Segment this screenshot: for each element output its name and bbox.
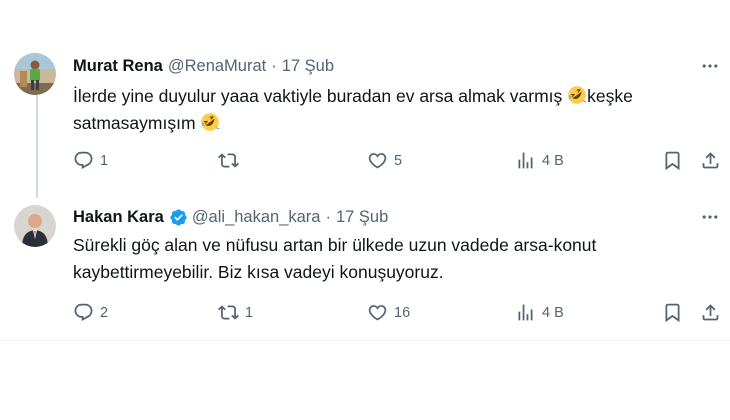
bookmark-icon	[662, 150, 683, 171]
separator: ·	[325, 208, 331, 226]
avatar[interactable]	[14, 53, 56, 95]
more-icon[interactable]	[699, 206, 721, 228]
reply-icon	[73, 302, 94, 323]
retweet-button[interactable]: 1	[218, 302, 253, 323]
reply-button[interactable]: 1	[73, 150, 108, 171]
rolling-on-floor-laughing-emoji	[567, 85, 587, 105]
reply-count: 2	[100, 304, 109, 321]
share-icon	[700, 150, 721, 171]
like-button[interactable]: 5	[367, 150, 402, 171]
more-icon[interactable]	[699, 55, 721, 77]
share-button[interactable]	[700, 302, 721, 323]
like-count: 16	[394, 304, 411, 321]
tweet-date[interactable]: 17 Şub	[336, 208, 388, 227]
like-icon	[367, 302, 388, 323]
share-button[interactable]	[700, 150, 721, 171]
tweet-text-line: kaybettirmeyebilir. Biz kısa vadeyi konu…	[73, 262, 444, 282]
author-handle[interactable]: @ali_hakan_kara	[192, 208, 321, 227]
tweet-text-line: keşke	[587, 86, 633, 106]
bookmark-icon	[662, 302, 683, 323]
tweet-date[interactable]: 17 Şub	[282, 57, 334, 76]
rolling-on-floor-laughing-emoji	[200, 112, 220, 132]
views-icon	[515, 302, 536, 323]
reply-count: 1	[100, 152, 109, 169]
views-button[interactable]: 4 B	[515, 150, 564, 171]
views-icon	[515, 150, 536, 171]
retweet-count: 1	[245, 304, 254, 321]
tweet-text: İlerde yine duyulur yaaa vaktiyle burada…	[73, 83, 713, 137]
tweet-header: Hakan Kara @ali_hakan_kara · 17 Şub	[73, 208, 388, 227]
retweet-icon	[218, 150, 239, 171]
like-icon	[367, 150, 388, 171]
tweet-text-line: satmasaymışım	[73, 113, 201, 133]
tweet-header: Murat Rena @RenaMurat · 17 Şub	[73, 57, 334, 76]
tweet-text-line: Sürekli göç alan ve nüfusu artan bir ülk…	[73, 235, 597, 255]
separator: ·	[271, 57, 277, 75]
like-count: 5	[394, 152, 403, 169]
author-name[interactable]: Murat Rena	[73, 57, 163, 76]
thread-line	[36, 95, 38, 198]
tweet-text-line: İlerde yine duyulur yaaa vaktiyle burada…	[73, 86, 568, 106]
like-button[interactable]: 16	[367, 302, 410, 323]
reply-icon	[73, 150, 94, 171]
views-button[interactable]: 4 B	[515, 302, 564, 323]
reply-button[interactable]: 2	[73, 302, 108, 323]
author-name[interactable]: Hakan Kara	[73, 208, 164, 227]
retweet-icon	[218, 302, 239, 323]
verified-badge-icon	[170, 209, 187, 226]
bookmark-button[interactable]	[662, 150, 683, 171]
bookmark-button[interactable]	[662, 302, 683, 323]
tweet-divider	[0, 340, 730, 341]
retweet-button[interactable]	[218, 150, 245, 171]
author-handle[interactable]: @RenaMurat	[168, 57, 266, 76]
share-icon	[700, 302, 721, 323]
views-count: 4 B	[542, 152, 564, 169]
tweet-text: Sürekli göç alan ve nüfusu artan bir ülk…	[73, 232, 713, 286]
avatar[interactable]	[14, 205, 56, 247]
views-count: 4 B	[542, 304, 564, 321]
